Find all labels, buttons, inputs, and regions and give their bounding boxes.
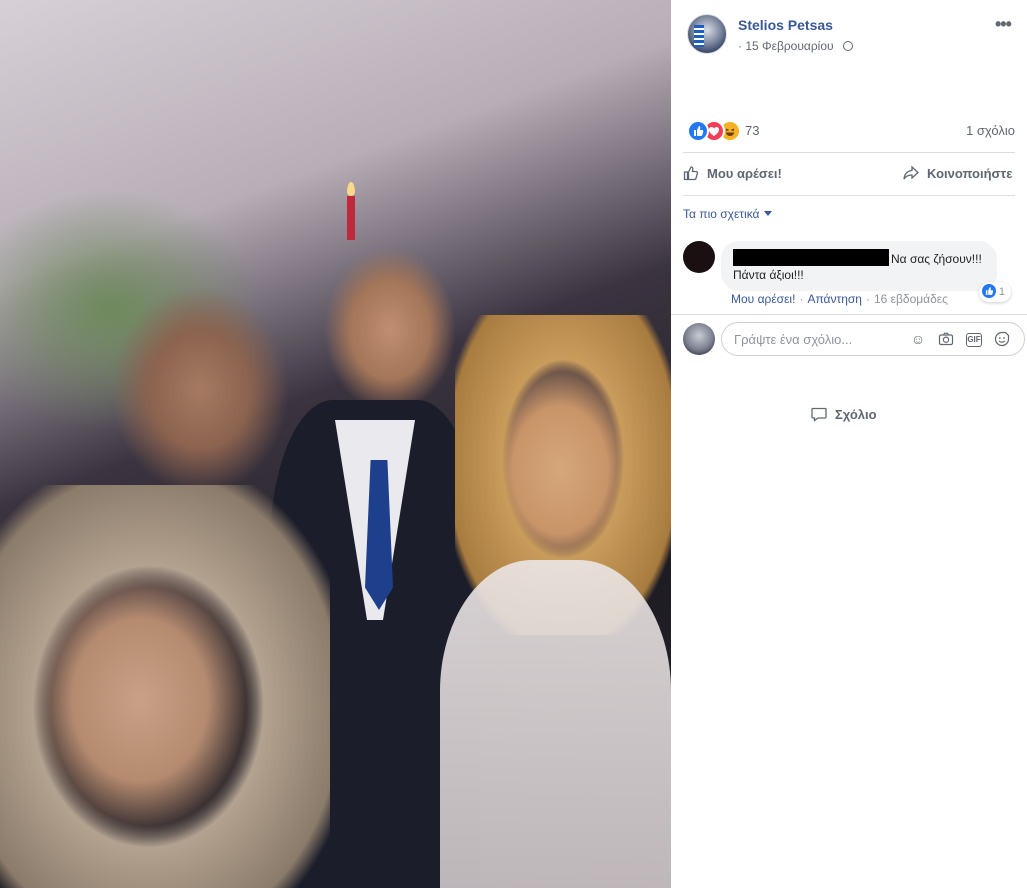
share-button-label: Κοινοποιήστε: [927, 166, 1013, 181]
photo-woman-hair: [0, 485, 330, 888]
comment-input[interactable]: Γράψτε ένα σχόλιο... ☺ GIF: [721, 322, 1025, 356]
comment-time[interactable]: 16 εβδομάδες: [874, 292, 948, 306]
comment-like-link[interactable]: Μου αρέσει!: [731, 292, 795, 306]
like-reaction-icon: [687, 120, 709, 142]
comments-sort-dropdown[interactable]: Τα πιο σχετικά: [683, 207, 772, 221]
comments-count[interactable]: 1 σχόλιο: [966, 123, 1015, 138]
comment-composer: Γράψτε ένα σχόλιο... ☺ GIF: [683, 322, 1025, 356]
reaction-count[interactable]: 73: [745, 123, 759, 138]
author-avatar[interactable]: [687, 14, 727, 54]
emoji-icon[interactable]: ☺: [910, 331, 926, 347]
current-user-avatar[interactable]: [683, 323, 715, 355]
candle-flame: [347, 182, 355, 196]
post-actions-bar: Μου αρέσει! Σχόλιο Κοινοποιήστε: [683, 152, 1015, 422]
more-options-button[interactable]: •••: [995, 14, 1012, 35]
post-photo[interactable]: [0, 0, 671, 888]
redacted-commenter-name: [733, 249, 889, 266]
sticker-icon[interactable]: [994, 331, 1010, 347]
separator-dot: ·: [799, 292, 804, 306]
composer-divider: [671, 314, 1027, 315]
comment-input-placeholder: Γράψτε ένα σχόλιο...: [734, 332, 853, 347]
commenter-avatar[interactable]: [683, 241, 715, 273]
flag-icon: [694, 25, 704, 47]
author-name[interactable]: Stelios Petsas: [738, 17, 833, 33]
share-arrow-icon: [903, 165, 919, 180]
comment-reaction-badge[interactable]: 1: [978, 282, 1011, 302]
comment-bubble: Να σας ζήσουν!!! Πάντα άξιοι!!!: [721, 241, 997, 291]
candle: [347, 196, 355, 240]
camera-icon[interactable]: [938, 331, 954, 347]
like-button-label: Μου αρέσει!: [707, 166, 782, 181]
post-header: Stelios Petsas · 15 Φεβρουαρίου •••: [671, 0, 1027, 70]
comments-sort-label: Τα πιο σχετικά: [683, 207, 760, 221]
like-mini-icon: [981, 284, 996, 298]
caret-down-icon: [763, 211, 772, 216]
comment-button[interactable]: Σχόλιο: [811, 394, 1027, 436]
comment-text-line1: Να σας ζήσουν!!!: [891, 252, 982, 266]
comment-reaction-count: 1: [998, 286, 1005, 298]
comment-text-line2: Πάντα άξιοι!!!: [733, 268, 804, 282]
comment-actions: Μου αρέσει! · Απάντηση · 16 εβδομάδες: [731, 292, 948, 306]
post-side-panel: Stelios Petsas · 15 Φεβρουαρίου ••• 73 1…: [671, 0, 1027, 888]
post-date-text[interactable]: 15 Φεβρουαρίου: [745, 39, 833, 53]
comment-button-label: Σχόλιο: [835, 407, 877, 422]
comment-bubble-icon: [811, 407, 827, 422]
like-button[interactable]: Μου αρέσει!: [683, 153, 782, 195]
globe-icon: [843, 41, 853, 51]
separator-dot: ·: [865, 292, 870, 306]
post-date[interactable]: · 15 Φεβρουαρίου: [738, 39, 834, 53]
photo-wedding-dress: [440, 560, 671, 888]
thumbs-up-icon: [683, 166, 699, 181]
gif-icon[interactable]: GIF: [966, 333, 982, 347]
comment-reply-link[interactable]: Απάντηση: [807, 292, 862, 306]
share-button[interactable]: Κοινοποιήστε: [903, 153, 1012, 195]
